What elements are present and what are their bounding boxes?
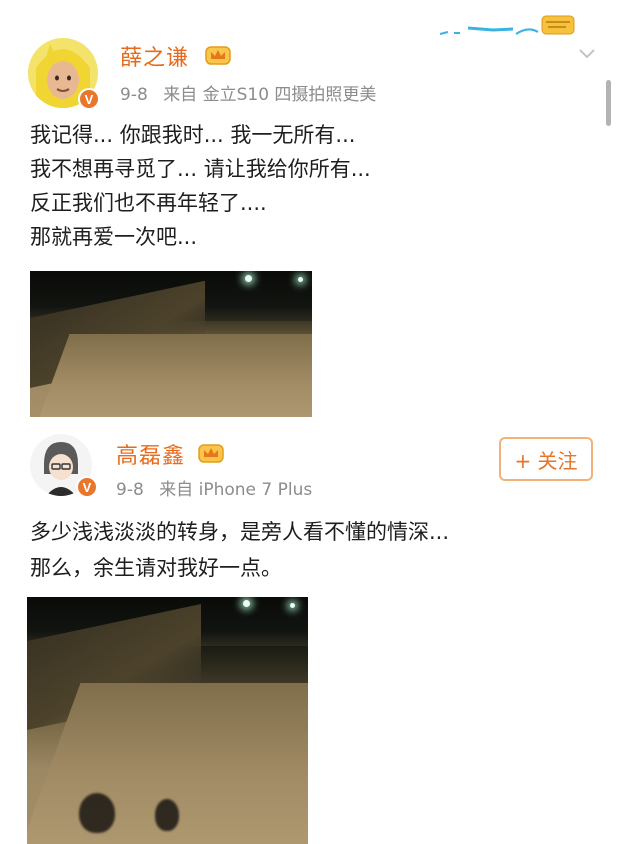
crown-icon	[205, 44, 231, 66]
username[interactable]: 高磊鑫	[116, 438, 185, 470]
post-line: 那么，余生请对我好一点。	[30, 556, 282, 580]
post-date: 9-8	[116, 480, 144, 500]
post-text: 多少浅浅淡淡的转身，是旁人看不懂的情深... 那么，余生请对我好一点。	[30, 514, 449, 586]
post-line: 多少浅浅淡淡的转身，是旁人看不懂的情深...	[30, 520, 450, 544]
post-source: 来自 金立S10 四摄拍照更美	[163, 85, 377, 105]
weibo-post-1: V 薛之谦 9-8 来自 金立S10 四摄拍照更美 我记得... 你跟我时...…	[0, 0, 640, 420]
post-meta: 9-8 来自 iPhone 7 Plus	[116, 475, 322, 500]
user-avatar[interactable]: V	[30, 434, 98, 498]
post-meta: 9-8 来自 金立S10 四摄拍照更美	[120, 80, 386, 105]
follow-button[interactable]: + 关注	[499, 437, 593, 481]
post-photo[interactable]	[30, 271, 312, 417]
username[interactable]: 薛之谦	[120, 40, 189, 72]
verified-badge: V	[78, 88, 100, 110]
post-line: 我不想再寻觅了... 请让我给你所有...	[30, 157, 371, 181]
verified-badge: V	[76, 476, 98, 498]
weibo-post-2: V 高磊鑫 9-8 来自 iPhone 7 Plus 多少浅浅淡淡的转身，是旁人…	[0, 420, 640, 844]
post-line: 那就再爱一次吧...	[30, 225, 198, 249]
post-line: 反正我们也不再年轻了....	[30, 191, 267, 215]
decorative-sticker	[438, 12, 578, 42]
scrollbar[interactable]	[606, 80, 611, 126]
post-date: 9-8	[120, 85, 148, 105]
user-avatar[interactable]: V	[28, 38, 100, 110]
post-source: 来自 iPhone 7 Plus	[159, 480, 313, 500]
post-text: 我记得... 你跟我时... 我一无所有... 我不想再寻觅了... 请让我给你…	[30, 118, 371, 254]
chevron-down-icon[interactable]	[578, 44, 596, 62]
post-line: 我记得... 你跟我时... 我一无所有...	[30, 123, 356, 147]
post-photo[interactable]	[27, 597, 308, 844]
crown-icon	[198, 442, 224, 464]
